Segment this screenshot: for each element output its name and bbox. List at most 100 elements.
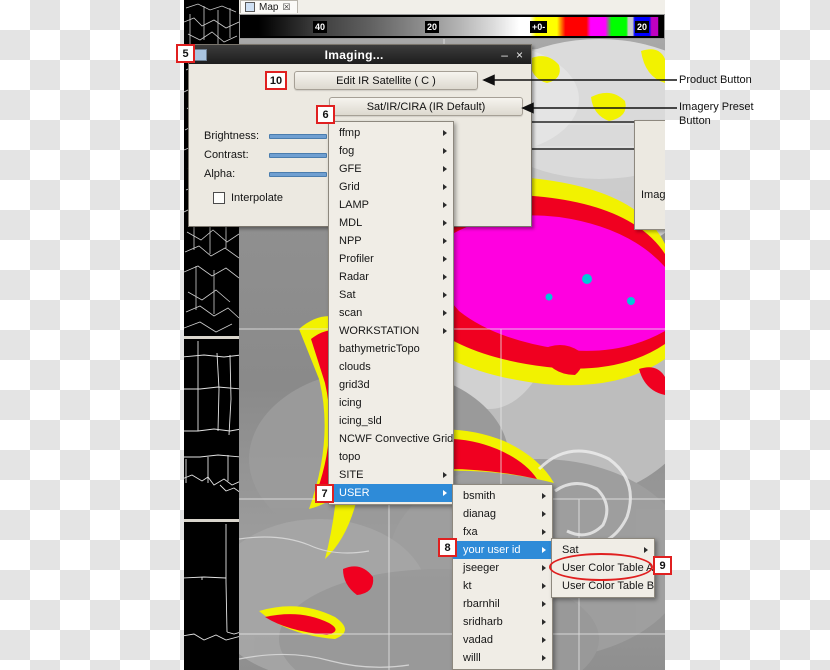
close-icon[interactable]: ×: [516, 49, 523, 61]
chevron-right-icon: [443, 490, 447, 496]
chevron-right-icon: [443, 238, 447, 244]
marker-5: 5: [176, 44, 195, 63]
menu-category-item[interactable]: USER: [329, 484, 453, 502]
chevron-right-icon: [443, 310, 447, 316]
map-tab-icon: [245, 2, 255, 12]
menu-user-item[interactable]: vadad: [453, 631, 552, 649]
image-load-panel: Image Load: [634, 120, 665, 230]
menu-user-item[interactable]: bsmith: [453, 487, 552, 505]
menu-category-item[interactable]: ffmp: [329, 124, 453, 142]
color-bar[interactable]: 4020+0-20406080: [239, 14, 665, 39]
menu-user-item[interactable]: your user id: [453, 541, 552, 559]
menu-category-item-label: clouds: [339, 361, 371, 373]
menu-category-item[interactable]: MDL: [329, 214, 453, 232]
chevron-right-icon: [443, 130, 447, 136]
menu-category-item[interactable]: icing: [329, 394, 453, 412]
marker-9: 9: [653, 556, 672, 575]
menu-user-item-label: vadad: [463, 634, 493, 646]
menu-category-item[interactable]: GFE: [329, 160, 453, 178]
menu-category-item[interactable]: grid3d: [329, 376, 453, 394]
menu-user-item-label: fxa: [463, 526, 478, 538]
menu-category-item-label: bathymetricTopo: [339, 343, 420, 355]
chevron-right-icon: [443, 184, 447, 190]
menu-user-item[interactable]: kt: [453, 577, 552, 595]
menu-category-item[interactable]: fog: [329, 142, 453, 160]
menu-category-item[interactable]: WORKSTATION: [329, 322, 453, 340]
menu-category-item-label: NPP: [339, 235, 362, 247]
chevron-right-icon: [542, 655, 546, 661]
alpha-label: Alpha:: [204, 168, 236, 180]
menu-category-item[interactable]: Radar: [329, 268, 453, 286]
imaging-dialog-titlebar[interactable]: Imaging... – ×: [189, 45, 531, 64]
menu-category-item[interactable]: LAMP: [329, 196, 453, 214]
menu-category-item-label: USER: [339, 487, 370, 499]
window-icon: [193, 48, 207, 61]
contrast-slider[interactable]: [269, 153, 327, 158]
menu-category-item[interactable]: NPP: [329, 232, 453, 250]
menu-category-item-label: SITE: [339, 469, 364, 481]
imagery-preset-button[interactable]: Sat/IR/CIRA (IR Default): [329, 97, 523, 116]
callout-imagery-preset-button-line2: Button: [679, 115, 711, 127]
menu-category[interactable]: ffmp fog GFE Grid LAMP MDL NPP Profiler Radar Sat…: [328, 121, 454, 505]
color-bar-tick-label: +0-: [530, 21, 548, 33]
menu-category-item-label: icing: [339, 397, 362, 409]
chevron-right-icon: [443, 148, 447, 154]
menu-user-item[interactable]: willl: [453, 649, 552, 667]
product-button[interactable]: Edit IR Satellite ( C ): [294, 71, 478, 90]
chevron-right-icon: [542, 637, 546, 643]
color-bar-tick-label: 20: [425, 21, 440, 33]
menu-user-item[interactable]: jseeger: [453, 559, 552, 577]
interpolate-checkbox-row[interactable]: Interpolate: [213, 192, 283, 204]
menu-category-item[interactable]: icing_sld: [329, 412, 453, 430]
menu-category-item-label: MDL: [339, 217, 363, 229]
side-map-panel-2[interactable]: [184, 339, 239, 519]
menu-user-item[interactable]: dianag: [453, 505, 552, 523]
menu-category-item-label: LAMP: [339, 199, 369, 211]
menu-category-item-label: ffmp: [339, 127, 361, 139]
marker-8: 8: [438, 538, 457, 557]
menu-user-item-label: your user id: [463, 544, 521, 556]
menu-user-item[interactable]: sridharb: [453, 613, 552, 631]
side-map-panel-3[interactable]: [184, 522, 239, 670]
close-icon[interactable]: ☒: [282, 2, 290, 13]
menu-category-item-label: topo: [339, 451, 361, 463]
menu-category-item[interactable]: topo: [329, 448, 453, 466]
menu-user-item[interactable]: rbarnhil: [453, 595, 552, 613]
color-bar-tick-label: 40: [313, 21, 328, 33]
alpha-slider[interactable]: [269, 172, 327, 177]
image-load-label: Image Load: [641, 189, 665, 201]
menu-category-item[interactable]: scan: [329, 304, 453, 322]
menu-user-list[interactable]: bsmith dianag fxa your user id jseeger kt rbar…: [452, 484, 553, 670]
interpolate-checkbox[interactable]: [213, 192, 225, 204]
menu-category-item[interactable]: Sat: [329, 286, 453, 304]
chevron-right-icon: [542, 565, 546, 571]
marker-6: 6: [316, 105, 335, 124]
chevron-right-icon: [443, 328, 447, 334]
menu-category-item-label: WORKSTATION: [339, 325, 420, 337]
chevron-right-icon: [542, 529, 546, 535]
menu-user-item-label: willl: [463, 652, 481, 664]
chevron-right-icon: [644, 547, 648, 553]
contrast-label: Contrast:: [204, 149, 249, 161]
callout-imagery-preset-button-line1: Imagery Preset: [679, 101, 754, 113]
marker-7: 7: [315, 484, 334, 503]
chevron-right-icon: [443, 274, 447, 280]
menu-category-item[interactable]: Grid: [329, 178, 453, 196]
menu-user-item[interactable]: fxa: [453, 523, 552, 541]
minimize-icon[interactable]: –: [501, 49, 508, 61]
menu-category-item[interactable]: Profiler: [329, 250, 453, 268]
chevron-right-icon: [443, 472, 447, 478]
menu-category-item[interactable]: clouds: [329, 358, 453, 376]
menu-category-item[interactable]: NCWF Convective Grid: [329, 430, 453, 448]
imaging-dialog-title: Imaging...: [324, 47, 384, 62]
chevron-right-icon: [542, 493, 546, 499]
menu-category-item[interactable]: SITE: [329, 466, 453, 484]
tab-map[interactable]: Map ☒: [240, 0, 298, 13]
chevron-right-icon: [443, 220, 447, 226]
tab-strip: Map ☒: [239, 0, 665, 15]
menu-user-item-label: bsmith: [463, 490, 496, 502]
marker-10: 10: [265, 71, 287, 90]
menu-category-item-label: scan: [339, 307, 363, 319]
brightness-slider[interactable]: [269, 134, 327, 139]
menu-category-item[interactable]: bathymetricTopo: [329, 340, 453, 358]
